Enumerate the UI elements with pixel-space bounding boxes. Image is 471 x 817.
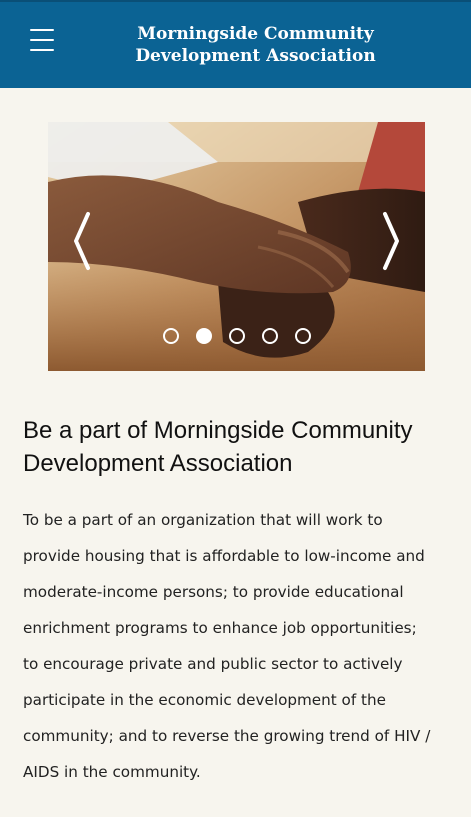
site-title-line-2: Development Association [135, 46, 376, 66]
mission-line: to encourage private and public sector t… [23, 655, 403, 673]
mission-line: AIDS in the community. [23, 763, 201, 781]
mission-paragraph: To be a part of an organization that wil… [23, 502, 453, 790]
site-title[interactable]: Morningside Community Development Associ… [100, 23, 411, 67]
carousel-dot-3[interactable] [228, 328, 245, 344]
carousel-dot-1[interactable] [162, 328, 179, 344]
carousel-dot-4[interactable] [261, 328, 278, 344]
page-heading: Be a part of Morningside Community Devel… [23, 417, 413, 477]
mission-line: To be a part of an organization that wil… [23, 511, 383, 529]
carousel-indicators [48, 328, 425, 346]
mission-line: participate in the economic development … [23, 691, 386, 709]
mission-line: provide housing that is affordable to lo… [23, 547, 425, 565]
mission-line: community; and to reverse the growing tr… [23, 727, 431, 745]
mission-line: moderate-income persons; to provide educ… [23, 583, 404, 601]
carousel-dot-2-active[interactable] [195, 328, 212, 344]
carousel-dot-5[interactable] [294, 328, 311, 344]
hamburger-menu-icon[interactable] [30, 29, 54, 51]
site-header: Morningside Community Development Associ… [0, 0, 471, 88]
chevron-right-icon[interactable] [377, 210, 405, 272]
site-title-line-1: Morningside Community [137, 24, 374, 44]
image-carousel[interactable] [48, 122, 425, 371]
mission-line: enrichment programs to enhance job oppor… [23, 619, 417, 637]
chevron-left-icon[interactable] [68, 210, 96, 272]
